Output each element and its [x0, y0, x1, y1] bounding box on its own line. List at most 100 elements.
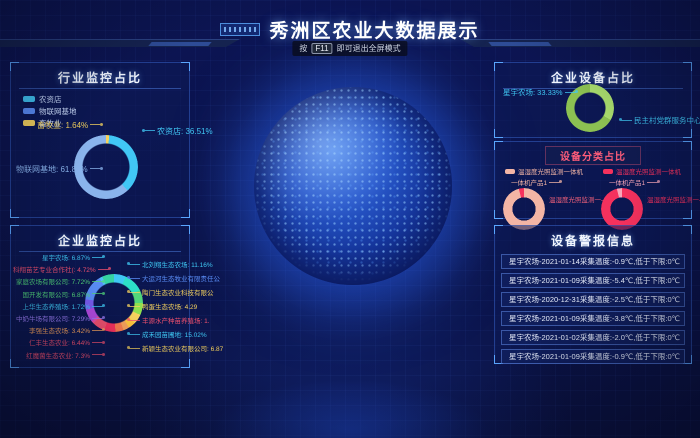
classification-donut-chart[interactable]	[601, 188, 643, 230]
tooltip-prefix: 按	[299, 43, 307, 54]
pie-label-text: 北刘翔生态农场: 11.16%	[142, 262, 213, 269]
alarm-row: 星宇农场-2021-01-02采集温度:-2.0℃,低于下限:0℃	[501, 330, 685, 345]
alarm-row: 星宇农场-2021-01-09采集温度:-3.8℃,低于下限:0℃	[501, 311, 685, 326]
legend-swatch	[23, 108, 35, 114]
dashboard: 秀洲区农业大数据展示 按 F11 即可退出全屏模式 行业监控占比 农资店 物联网…	[0, 0, 700, 438]
pie-label-text: 大运河生态牧业有限责任公	[142, 276, 220, 283]
classification-group: 温湿度光照监测一体机 一体机产品1 温湿度光照监测一—	[495, 164, 593, 218]
classification-group: 温湿度光照监测一体机 一体机产品1 温湿度光照监测一—	[593, 164, 691, 218]
panel-title: 行业监控占比	[11, 69, 189, 86]
pie-label-text: 仁丰生态农业: 6.44%	[29, 340, 90, 347]
pie-label-text: 一体机产品1	[511, 180, 547, 187]
pie-label: 丰源水产种苗养殖场: 1.	[127, 315, 209, 329]
pie-label: 北刘翔生态农场: 11.16%	[127, 259, 209, 273]
legend-label: 农资店	[39, 94, 62, 105]
pie-label: 国开发有限公司: 6.87%	[13, 290, 105, 302]
leader-line	[90, 168, 101, 169]
fullscreen-tooltip: 按 F11 即可退出全屏模式	[292, 41, 407, 56]
leader-line	[92, 257, 103, 258]
globe-visualization	[254, 87, 452, 285]
pie-label-text: 农资店: 36.51%	[157, 127, 213, 136]
legend-item[interactable]: 物联网基地	[23, 105, 77, 117]
pie-label-text: 星宇农场: 6.87%	[42, 255, 90, 262]
f11-keycap: F11	[311, 43, 332, 54]
pie-label-animal: 畜牧业: 1.64%	[37, 120, 103, 131]
pie-label: 大运河生态牧业有限责任公	[127, 273, 209, 287]
pie-label-iot: 物联网基地: 61.85%	[16, 164, 103, 175]
pie-label-left: 星宇农场: 33.33%	[503, 87, 578, 98]
leader-line	[90, 124, 101, 125]
pie-label-text: 畜牧业: 1.64%	[37, 121, 88, 130]
leader-line	[129, 306, 140, 307]
divider	[19, 88, 181, 89]
leader-line	[129, 334, 140, 335]
pie-label-text: 一体机产品1	[609, 180, 645, 187]
pie-label: 中奶牛场有限公司: 7.29%	[13, 314, 105, 326]
leader-line	[92, 306, 103, 307]
pie-label-text: 物联网基地: 61.85%	[16, 165, 88, 174]
legend-label: 温湿度光照监测一体机	[616, 166, 681, 176]
panel-device-ratio: 企业设备占比 星宇农场: 33.33% 民主村党群服务中心:	[494, 62, 692, 138]
pie-label-text: 新颖生态农业有限公司: 6.87	[142, 346, 223, 353]
pie-label: 成禾园苗圃地: 15.02%	[127, 329, 209, 343]
pie-label: 李强生态农场: 3.42%	[13, 326, 105, 338]
panel-classification-ratio: 设备分类占比 温湿度光照监测一体机 一体机产品1 温湿度光照监测一—	[494, 141, 692, 219]
alarm-row: 星宇农场-2021-01-09采集温度:-5.4℃,低于下限:0℃	[501, 273, 685, 288]
classification-donut-chart[interactable]	[503, 188, 545, 230]
panel-title: 设备分类占比	[545, 146, 641, 165]
legend-item[interactable]: 农资店	[23, 93, 77, 105]
tooltip-suffix: 即可退出全屏模式	[337, 43, 401, 54]
pie-label-text: 李强生态农场: 3.42%	[29, 328, 90, 335]
pie-label: 家庭农场有限公司: 7.72%	[13, 277, 105, 289]
leader-line	[647, 182, 658, 183]
legend-swatch	[23, 120, 35, 126]
pie-label: 一体机产品1	[609, 177, 660, 187]
pie-label-text: 家庭农场有限公司: 7.72%	[16, 279, 90, 286]
leader-line	[92, 293, 103, 294]
legend-item[interactable]: 温湿度光照监测一体机	[505, 166, 583, 176]
pie-label: 一体机产品1	[511, 177, 562, 187]
leader-line	[92, 330, 103, 331]
pie-label-text: 鸭蛋生态农场: 4.29	[142, 304, 197, 311]
pie-label-text: 陶门生态农业科技有限公	[142, 290, 214, 297]
alarm-row: 星宇农场-2021-01-09采集温度:-0.9℃,低于下限:0℃	[501, 349, 685, 364]
leader-line	[129, 264, 140, 265]
panel-title: 企业监控占比	[11, 232, 189, 249]
pie-label-text: 科翔苗艺专业合作社(: 4.72%	[13, 267, 96, 274]
leader-line	[549, 182, 560, 183]
legend-item[interactable]: 温湿度光照监测一体机	[603, 166, 681, 176]
pie-label-text: 中奶牛场有限公司: 7.29%	[16, 316, 90, 323]
pie-label: 鸭蛋生态农场: 4.29	[127, 301, 209, 315]
leader-line	[129, 278, 140, 279]
panel-alarm-info: 设备警报信息 星宇农场-2021-01-14采集温度:-0.9℃,低于下限:0℃…	[494, 225, 692, 364]
enterprise-right-labels: 北刘翔生态农场: 11.16% 大运河生态牧业有限责任公 陶门生态农业科技有限公…	[127, 259, 209, 357]
legend-label: 温湿度光照监测一体机	[518, 166, 583, 176]
pie-label-text: 上华生态养殖场: 1.72%	[22, 304, 90, 311]
pie-label: 科翔苗艺专业合作社(: 4.72%	[13, 265, 105, 277]
pie-label: 上华生态养殖场: 1.72%	[13, 302, 105, 314]
pie-label: 新颖生态农业有限公司: 6.87	[127, 343, 209, 357]
leader-line	[92, 342, 103, 343]
legend-swatch	[603, 169, 613, 174]
leader-line	[144, 130, 155, 131]
alarm-list: 星宇农场-2021-01-14采集温度:-0.9℃,低于下限:0℃ 星宇农场-2…	[501, 254, 685, 368]
enterprise-left-labels: 星宇农场: 6.87% 科翔苗艺专业合作社(: 4.72% 家庭农场有限公司: …	[13, 253, 105, 363]
leader-line	[129, 292, 140, 293]
title-row: 秀洲区农业大数据展示	[0, 16, 700, 43]
legend-swatch	[23, 96, 35, 102]
leader-line	[129, 348, 140, 349]
pie-label-text: 民主村党群服务中心:	[634, 116, 700, 125]
pie-label-right: 民主村党群服务中心:	[619, 115, 700, 126]
leader-line	[92, 354, 103, 355]
legend-swatch	[505, 169, 515, 174]
panel-enterprise-ratio: 企业监控占比 星宇农场: 6.87% 科翔苗艺专业合作社(: 4.72% 家庭农…	[10, 225, 190, 368]
pie-label: 仁丰生态农业: 6.44%	[13, 338, 105, 350]
pie-label: 温湿度光照监测一—	[647, 194, 700, 204]
classification-groups: 温湿度光照监测一体机 一体机产品1 温湿度光照监测一— 温湿度光照监测一体机 一…	[495, 164, 691, 218]
alarm-row: 星宇农场-2020-12-31采集温度:-2.5℃,低于下限:0℃	[501, 292, 685, 307]
page-title: 秀洲区农业大数据展示	[269, 16, 479, 43]
panel-title: 设备警报信息	[495, 232, 691, 249]
alarm-row: 星宇农场-2021-01-14采集温度:-0.9℃,低于下限:0℃	[501, 254, 685, 269]
leader-line	[92, 281, 103, 282]
pie-label-text: 丰源水产种苗养殖场: 1.	[142, 318, 210, 325]
